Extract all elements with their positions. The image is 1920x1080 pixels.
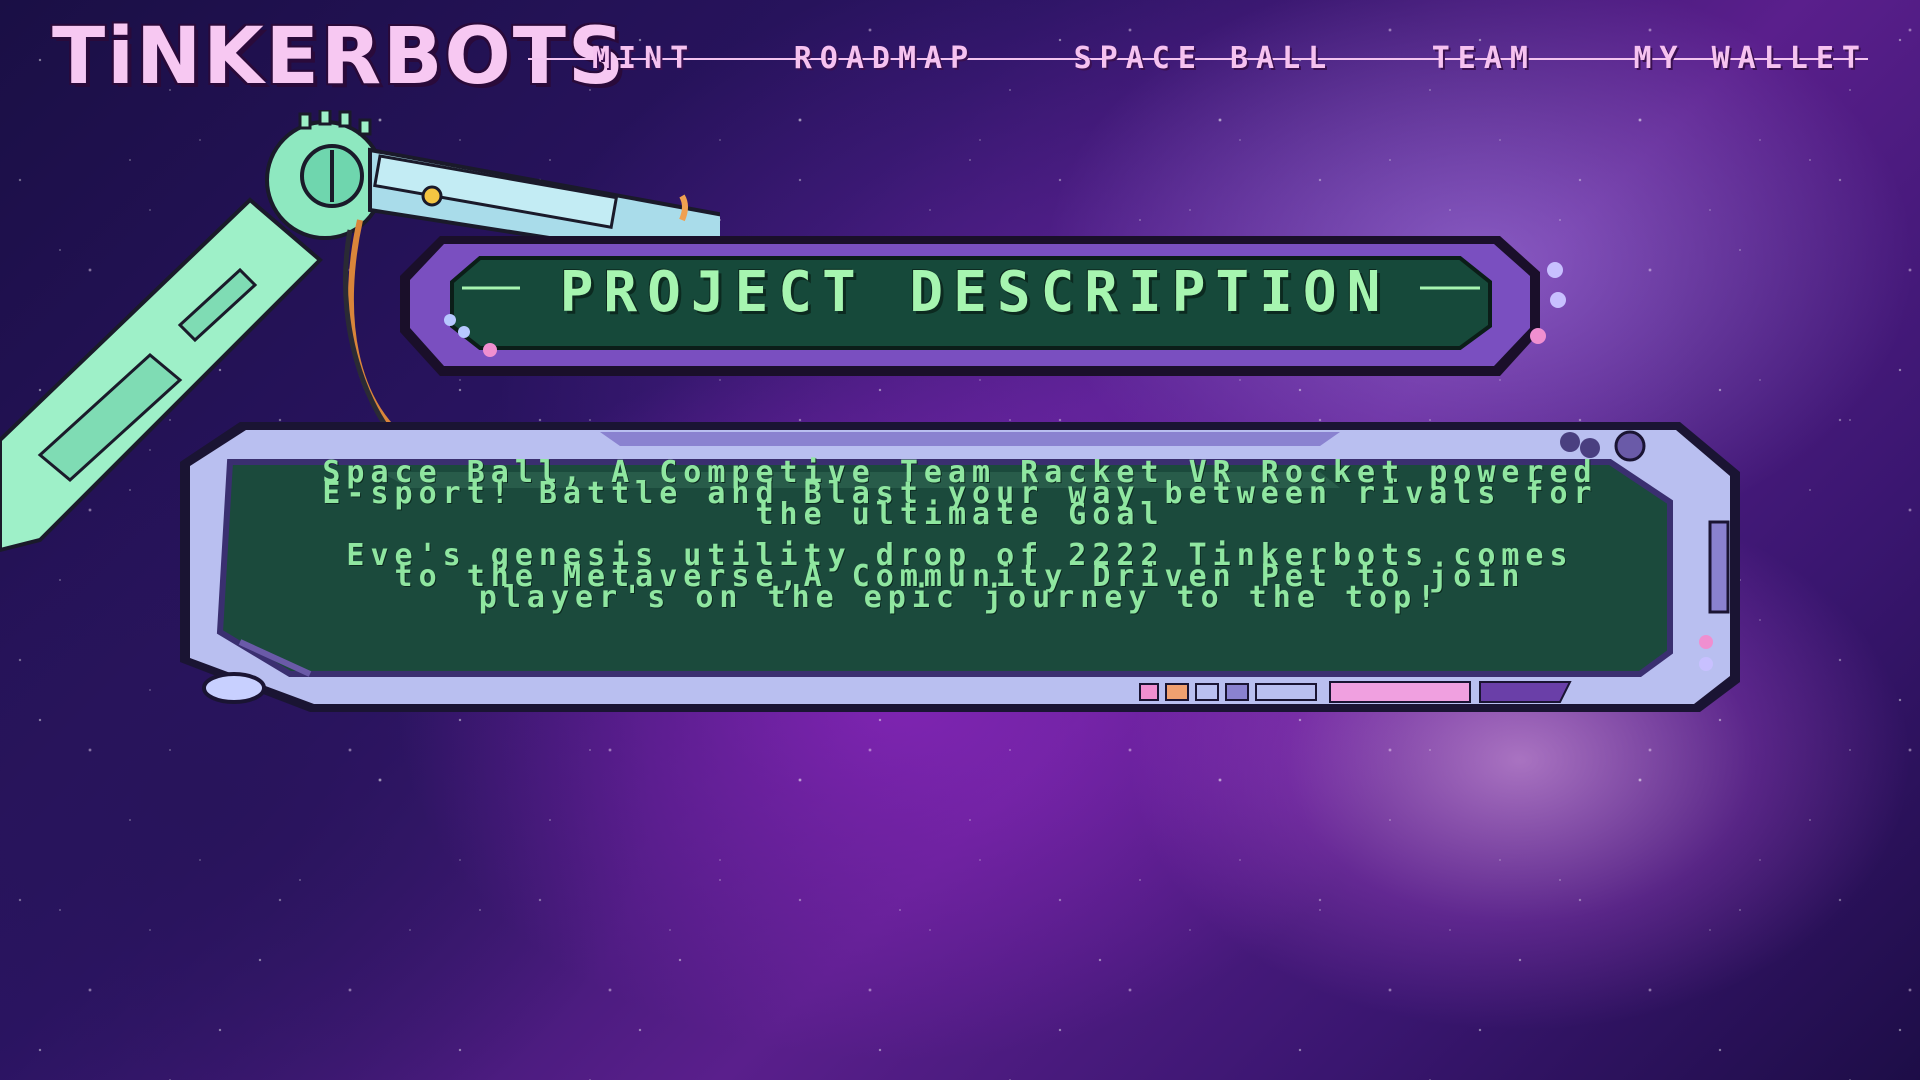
description-text: Space Ball, A Competive Team Racket VR R… (320, 455, 1600, 628)
nav-item-mint[interactable]: MINT (592, 42, 696, 76)
description-paragraph-1: Space Ball, A Competive Team Racket VR R… (322, 455, 1598, 532)
nav-item-team[interactable]: TEAM (1432, 42, 1536, 76)
nav-item-my-wallet[interactable]: MY WALLET (1633, 42, 1868, 76)
page: TiNKERBOTS MINT ROADMAP SPACE BALL TEAM … (0, 0, 1920, 1080)
section-title: PROJECT DESCRIPTION (559, 260, 1391, 325)
nav-item-roadmap[interactable]: ROADMAP (794, 42, 976, 76)
description-paragraph-2: Eve's genesis utility drop of 2222 Tinke… (346, 538, 1574, 615)
nav-item-space-ball[interactable]: SPACE BALL (1074, 42, 1335, 76)
main-nav: MINT ROADMAP SPACE BALL TEAM MY WALLET (528, 42, 1868, 76)
